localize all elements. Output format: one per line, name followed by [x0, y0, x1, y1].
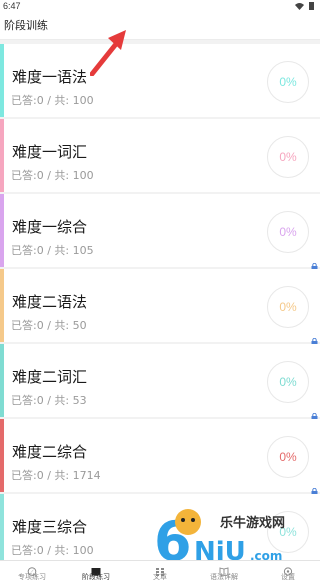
tab-item[interactable]: 语法详解	[192, 561, 256, 582]
card-title: 难度二语法	[12, 293, 88, 311]
folder-icon	[91, 563, 101, 576]
card-accent-stripe	[0, 344, 4, 417]
stage-card[interactable]: 难度二词汇已答:0 / 共: 53 0%	[0, 344, 320, 420]
lock-icon	[311, 257, 318, 270]
stage-card[interactable]: 难度二综合已答:0 / 共: 1714 0%	[0, 419, 320, 495]
status-time: 6:47	[3, 1, 21, 11]
card-accent-stripe	[0, 194, 4, 267]
card-accent-stripe	[0, 44, 4, 117]
card-progress-text: 已答:0 / 共: 100	[11, 544, 94, 557]
watermark-logo: 6 NiU .com	[154, 509, 282, 566]
progress-ring: 0%	[267, 211, 309, 253]
grid-icon	[155, 563, 165, 576]
card-progress-text: 已答:0 / 共: 1714	[11, 469, 101, 482]
lock-icon	[311, 482, 318, 495]
stage-card[interactable]: 难度二语法已答:0 / 共: 50 0%	[0, 269, 320, 345]
card-title: 难度一综合	[12, 218, 88, 236]
card-progress-text: 已答:0 / 共: 53	[11, 394, 87, 407]
progress-ring: 0%	[267, 61, 309, 103]
tab-item[interactable]: 设置	[256, 561, 320, 582]
tab-label: 专项练习	[18, 573, 46, 581]
stage-card[interactable]: 难度一综合已答:0 / 共: 105 0%	[0, 194, 320, 270]
progress-ring: 0%	[267, 361, 309, 403]
wifi-icon	[295, 1, 304, 10]
card-accent-stripe	[0, 419, 4, 492]
card-title: 难度二词汇	[12, 368, 88, 386]
gear-icon	[283, 563, 293, 576]
battery-icon	[307, 1, 316, 10]
card-title: 难度一语法	[12, 68, 88, 86]
status-bar: 6:47	[0, 0, 320, 12]
book-icon	[219, 563, 229, 577]
lock-icon	[311, 407, 318, 420]
tab-label: 设置	[281, 573, 295, 581]
card-accent-stripe	[0, 494, 4, 567]
stage-card[interactable]: 难度一词汇已答:0 / 共: 100 0%	[0, 119, 320, 192]
stage-card[interactable]: 难度一语法已答:0 / 共: 100 0%	[0, 44, 320, 117]
card-progress-text: 已答:0 / 共: 50	[11, 319, 87, 332]
tab-label: 语法详解	[210, 573, 238, 581]
card-title: 难度三综合	[12, 518, 88, 536]
tab-label: 阶段练习	[82, 573, 110, 581]
compass-icon	[27, 563, 37, 576]
bottom-tab-bar: 专项练习 阶段练习 文章 语法详解 设置	[0, 560, 320, 582]
page-title: 阶段训练	[4, 20, 48, 32]
tab-item[interactable]: 文章	[128, 561, 192, 582]
annotation-arrow-icon	[90, 30, 126, 76]
tab-label: 文章	[153, 573, 167, 581]
lock-icon	[311, 332, 318, 345]
progress-ring: 0%	[267, 136, 309, 178]
tab-item[interactable]: 阶段练习	[64, 561, 128, 582]
stage-list: 难度一语法 已答:0 / 共: 100 0% 难度一词汇 已答:0 / 共: 100 0%…	[0, 44, 320, 570]
watermark-text: 乐牛游戏网	[220, 516, 286, 531]
status-icons	[295, 1, 316, 10]
progress-ring: 0%	[267, 286, 309, 328]
card-title: 难度一词汇	[12, 143, 88, 161]
card-progress-text: 已答:0 / 共: 100	[11, 94, 94, 107]
card-title: 难度二综合	[12, 443, 88, 461]
progress-ring: 0%	[267, 436, 309, 478]
card-progress-text: 已答:0 / 共: 100	[11, 169, 94, 182]
card-accent-stripe	[0, 269, 4, 342]
tab-item[interactable]: 专项练习	[0, 561, 64, 582]
card-accent-stripe	[0, 119, 4, 192]
card-progress-text: 已答:0 / 共: 105	[11, 244, 94, 257]
page-header: 阶段训练	[0, 12, 320, 40]
